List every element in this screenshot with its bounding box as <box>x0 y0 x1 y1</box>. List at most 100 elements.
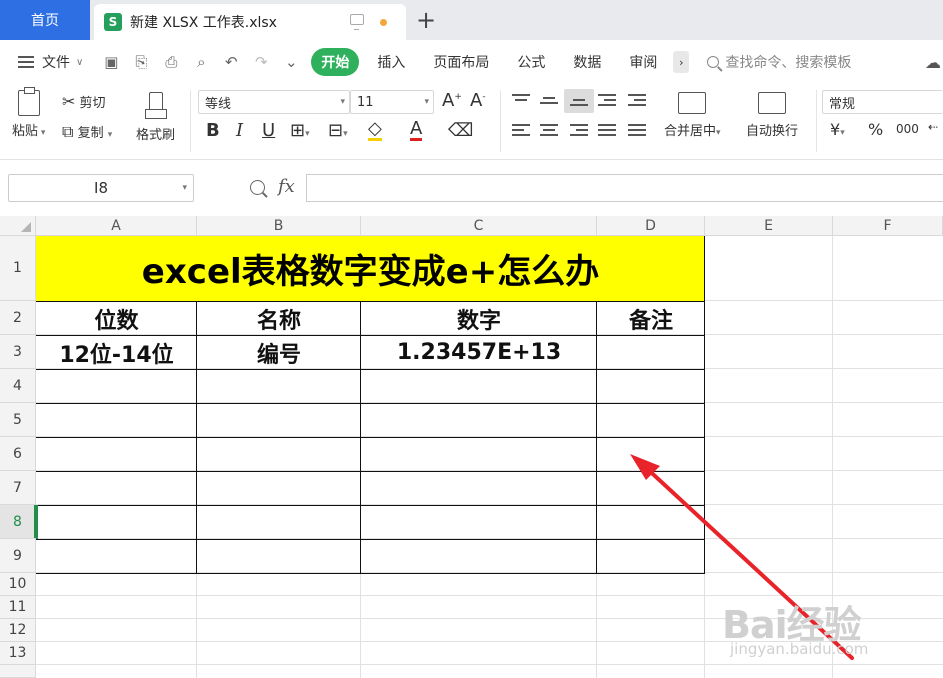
row-header-5[interactable]: 5 <box>0 403 36 437</box>
justify-icon[interactable] <box>598 124 616 138</box>
wrap-text-button[interactable]: 自动换行 <box>746 92 798 139</box>
row-header-3[interactable]: 3 <box>0 335 36 369</box>
row-header-6[interactable]: 6 <box>0 437 36 471</box>
tab-home-ribbon[interactable]: 开始 <box>311 48 360 76</box>
tab-data[interactable]: 数据 <box>559 48 615 76</box>
cell-b3[interactable]: 编号 <box>197 336 361 369</box>
paste-button[interactable]: 粘贴 ▾ <box>12 87 45 139</box>
select-all-button[interactable] <box>0 216 36 236</box>
align-center-icon[interactable] <box>540 124 558 138</box>
column-header-e[interactable]: E <box>705 216 833 236</box>
column-header-d[interactable]: D <box>597 216 705 236</box>
tab-formulas[interactable]: 公式 <box>503 48 559 76</box>
row-header-11[interactable]: 11 <box>0 596 36 619</box>
number-format-select[interactable]: 常规 <box>822 90 943 114</box>
row-header-14[interactable] <box>0 665 36 678</box>
row-header-1[interactable]: 1 <box>0 236 36 301</box>
decrease-indent-icon[interactable] <box>598 94 616 108</box>
tab-document[interactable]: S 新建 XLSX 工作表.xlsx <box>94 4 406 40</box>
increase-font-icon[interactable]: A+ <box>442 90 462 111</box>
undo-icon[interactable]: ↶ <box>221 53 241 71</box>
tab-review[interactable]: 审阅 <box>615 48 671 76</box>
merge-center-button[interactable]: 合并居中▾ <box>664 92 721 139</box>
ribbon-divider <box>190 90 191 152</box>
tab-page-layout[interactable]: 页面布局 <box>419 48 503 76</box>
cell-c2[interactable]: 数字 <box>361 302 597 335</box>
more-tabs-button[interactable]: › <box>673 51 690 73</box>
italic-button[interactable]: I <box>236 120 243 141</box>
distribute-icon[interactable] <box>628 124 646 138</box>
monitor-icon[interactable] <box>350 14 364 30</box>
cell-a3[interactable]: 12位-14位 <box>36 336 197 369</box>
print-icon[interactable]: ⎙ <box>161 53 181 71</box>
cell-d2[interactable]: 备注 <box>597 302 705 335</box>
row-header-10[interactable]: 10 <box>0 573 36 596</box>
thousands-separator-button[interactable]: 000 <box>896 122 919 136</box>
format-painter-button[interactable]: 格式刷 <box>136 90 175 143</box>
tab-insert[interactable]: 插入 <box>363 48 419 76</box>
column-header-b[interactable]: B <box>197 216 361 236</box>
baidu-watermark-url: jingyan.baidu.com <box>730 640 869 658</box>
file-menu[interactable]: 文件 ∨ <box>18 52 83 72</box>
cell-b2[interactable]: 名称 <box>197 302 361 335</box>
bold-button[interactable]: B <box>206 120 220 141</box>
merge-center-label: 合并居中▾ <box>664 124 721 139</box>
new-tab-button[interactable]: + <box>416 8 436 32</box>
name-box[interactable]: I8 ▾ <box>8 174 194 202</box>
cell-a2[interactable]: 位数 <box>36 302 197 335</box>
eraser-icon[interactable]: ⌫ <box>448 120 473 141</box>
cell-c3[interactable]: 1.23457E+13 <box>361 336 597 369</box>
row-header-2[interactable]: 2 <box>0 301 36 335</box>
column-header-c[interactable]: C <box>361 216 597 236</box>
row-header-13[interactable]: 13 <box>0 642 36 665</box>
row-header-4[interactable]: 4 <box>0 369 36 403</box>
ribbon-divider <box>500 90 501 152</box>
export-icon[interactable]: ⎘ <box>131 53 151 71</box>
function-icon[interactable]: fx <box>278 176 295 197</box>
quick-access-toolbar: ▣ ⎘ ⎙ ⌕ ↶ ↷ ⌄ <box>101 53 301 71</box>
redo-icon[interactable]: ↷ <box>251 53 271 71</box>
cloud-icon[interactable]: ☁ <box>925 53 941 72</box>
align-right-icon[interactable] <box>570 124 588 138</box>
customize-icon[interactable]: ⌄ <box>281 53 301 71</box>
tab-home[interactable]: 首页 <box>0 0 90 40</box>
table-border <box>36 369 705 370</box>
borders-icon[interactable]: ⊞▾ <box>290 120 310 141</box>
decrease-font-icon[interactable]: A- <box>470 90 486 111</box>
align-top-icon[interactable] <box>512 94 530 108</box>
decimal-button[interactable]: ⇠ <box>928 120 938 134</box>
merge-icon <box>678 92 707 114</box>
title-cell-a1[interactable]: excel表格数字变成e+怎么办 <box>36 236 705 301</box>
percent-button[interactable]: % <box>868 120 883 139</box>
active-cell-marker <box>36 505 38 539</box>
zoom-icon[interactable] <box>250 180 265 195</box>
formula-input[interactable] <box>306 174 943 202</box>
increase-indent-icon[interactable] <box>628 94 646 108</box>
font-size-select[interactable]: 11 ▾ <box>350 90 434 114</box>
font-color-icon[interactable]: A <box>410 120 423 141</box>
column-header-a[interactable]: A <box>36 216 197 236</box>
row-header-7[interactable]: 7 <box>0 471 36 505</box>
column-header-f[interactable]: F <box>833 216 943 236</box>
align-bottom-icon[interactable] <box>570 94 588 108</box>
row-header-12[interactable]: 12 <box>0 619 36 642</box>
save-icon[interactable]: ▣ <box>101 53 121 71</box>
cut-label: 剪切 <box>79 96 106 111</box>
cell-d3[interactable] <box>597 336 705 369</box>
row-header-9[interactable]: 9 <box>0 539 36 573</box>
number-format-value: 常规 <box>829 96 856 112</box>
cut-button[interactable]: ✂ 剪切 <box>62 92 106 111</box>
command-search[interactable]: 查找命令、搜索模板 <box>707 52 851 72</box>
row-header-8[interactable]: 8 <box>0 505 36 539</box>
align-left-icon[interactable] <box>512 124 530 138</box>
cell-style-icon[interactable]: ⊟▾ <box>328 120 348 141</box>
align-middle-icon[interactable] <box>540 94 558 108</box>
copy-button[interactable]: ⧉ 复制 ▾ <box>62 122 112 142</box>
fill-color-icon[interactable]: ◇ <box>368 120 382 141</box>
currency-button[interactable]: ¥▾ <box>830 120 845 139</box>
font-size-value: 11 <box>357 94 374 110</box>
file-menu-label: 文件 <box>42 55 70 71</box>
print-preview-icon[interactable]: ⌕ <box>191 53 211 71</box>
underline-button[interactable]: U <box>262 120 275 141</box>
font-name-select[interactable]: 等线 ▾ <box>198 90 350 114</box>
